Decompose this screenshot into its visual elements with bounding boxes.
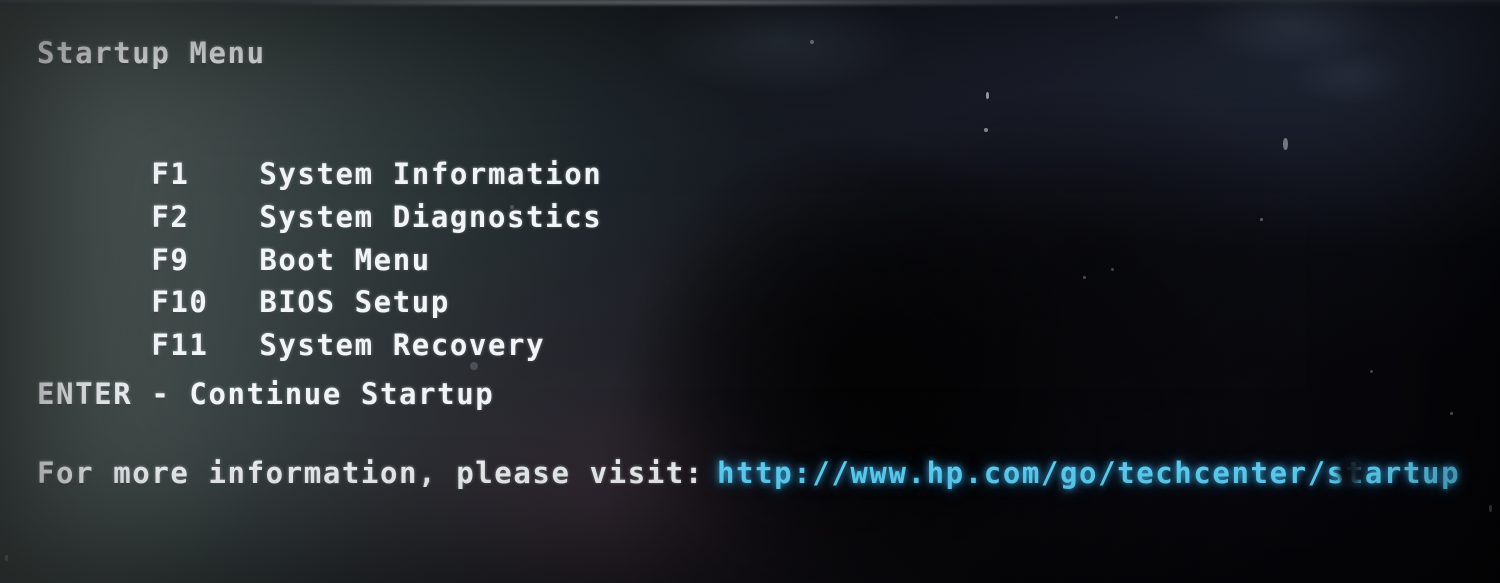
screen-vignette bbox=[0, 0, 1500, 583]
bios-startup-menu-screen: Startup Menu F1 System Information F2 Syst… bbox=[0, 0, 1500, 583]
